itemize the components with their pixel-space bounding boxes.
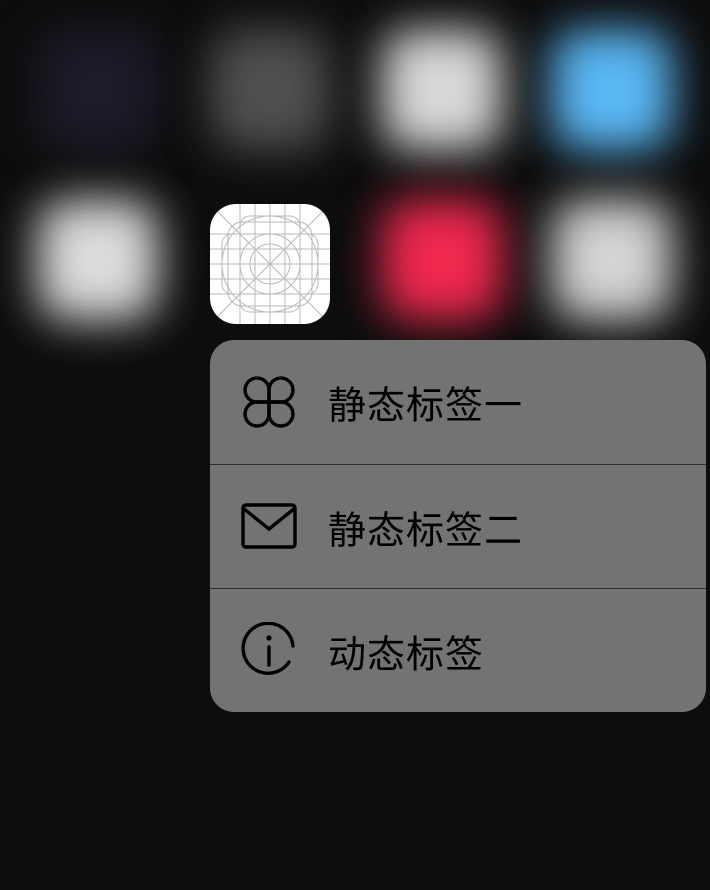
menu-item-label: 静态标签一	[328, 383, 524, 428]
menu-item-dynamic[interactable]: 动态标签	[210, 588, 706, 712]
menu-item-static-2[interactable]: 静态标签二	[210, 464, 706, 588]
app-icon-grid-icon	[210, 204, 330, 324]
blurred-app-icon	[38, 30, 158, 150]
blurred-app-icon	[382, 200, 502, 320]
blurred-app-icon	[552, 200, 672, 320]
quick-action-menu: 静态标签一 静态标签二 动态标签	[210, 340, 706, 712]
app-icon-template-grid[interactable]	[210, 204, 330, 324]
menu-item-label: 动态标签	[328, 632, 485, 676]
blurred-app-icon	[552, 30, 672, 150]
blurred-app-icon	[382, 30, 502, 150]
menu-item-label: 静态标签二	[328, 508, 524, 552]
blurred-app-icon	[210, 30, 330, 150]
blurred-app-icon	[38, 200, 158, 320]
command-icon	[240, 373, 298, 431]
home-screen: 静态标签一 静态标签二 动态标签	[0, 0, 710, 890]
info-icon	[240, 621, 298, 680]
mail-icon	[240, 498, 298, 556]
menu-item-static-1[interactable]: 静态标签一	[210, 340, 706, 464]
